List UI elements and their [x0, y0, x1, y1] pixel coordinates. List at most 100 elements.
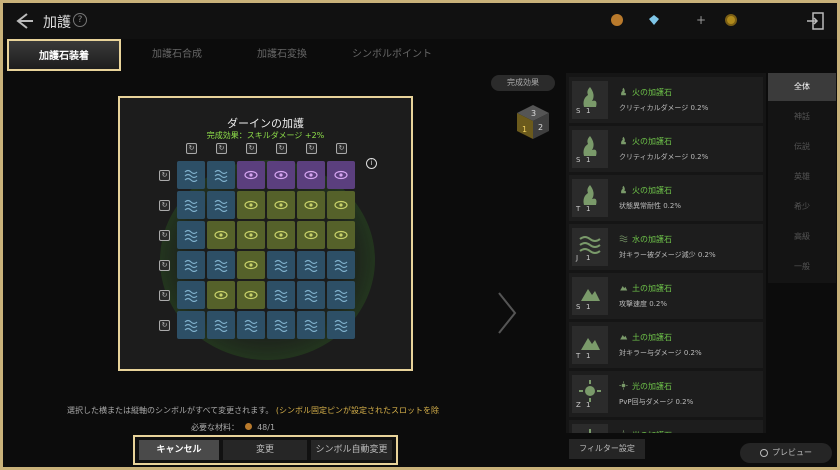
- grid-cell[interactable]: [207, 281, 235, 309]
- cube-face-top: 3: [531, 109, 536, 118]
- grid-cell[interactable]: [327, 251, 355, 279]
- stone-list-item[interactable]: J 1 水の加護石 対キラー被ダメージ減少 0.2%: [569, 224, 763, 270]
- stone-list-item[interactable]: S 1 火の加護石 クリティカルダメージ 0.2%: [569, 126, 763, 172]
- row-rotate-icon[interactable]: ↻: [159, 200, 170, 211]
- tab-synthesis[interactable]: 加護石合成: [127, 39, 227, 71]
- light-icon: [619, 381, 628, 390]
- column-rotate-icon[interactable]: ↻: [246, 143, 257, 154]
- materials-value: 48/1: [257, 423, 276, 432]
- stone-stat: クリティカルダメージ 0.2%: [619, 153, 709, 161]
- rarity-tab[interactable]: 英雄: [768, 163, 836, 191]
- materials-label: 必要な材料：: [191, 423, 239, 432]
- grid-cell[interactable]: [267, 281, 295, 309]
- stone-list-item[interactable]: T 1 火の加護石 状態異常耐性 0.2%: [569, 175, 763, 221]
- row-rotate-icon[interactable]: ↻: [159, 320, 170, 331]
- coin-icon: [611, 14, 623, 26]
- tab-equip[interactable]: 加護石装着: [7, 39, 121, 71]
- complete-effect-button[interactable]: 完成効果: [491, 75, 555, 91]
- symbol-icon: [184, 169, 198, 182]
- grid-cell[interactable]: [177, 221, 205, 249]
- grid-cell[interactable]: [327, 191, 355, 219]
- stone-list-item[interactable]: 光の加護石: [569, 420, 763, 433]
- back-arrow-icon[interactable]: [13, 10, 35, 32]
- blessing-board: ダーインの加護 完成効果：スキルダメージ +2% i ↻ ↻ ↻ ↻ ↻ ↻ ↻ ↻ ↻ ↻ ↻ ↻: [118, 96, 413, 371]
- rarity-tab[interactable]: 高級: [768, 223, 836, 251]
- stone-count: 1: [586, 352, 591, 360]
- grid-cell[interactable]: [327, 281, 355, 309]
- grid-cell[interactable]: [267, 191, 295, 219]
- grid-cell[interactable]: [267, 311, 295, 339]
- stone-list-item[interactable]: S 1 土の加護石 攻撃速度 0.2%: [569, 273, 763, 319]
- stone-thumbnail: [572, 424, 608, 433]
- rarity-tab[interactable]: 神話: [768, 103, 836, 131]
- help-icon[interactable]: ?: [73, 13, 87, 27]
- stone-thumbnail: T1: [572, 179, 608, 217]
- symbol-icon: [244, 290, 258, 300]
- grid-cell[interactable]: [177, 251, 205, 279]
- grid-cell[interactable]: [297, 311, 325, 339]
- grid-cell[interactable]: [177, 161, 205, 189]
- row-rotate-icon[interactable]: ↻: [159, 260, 170, 271]
- info-icon[interactable]: i: [366, 158, 377, 169]
- grid-cell[interactable]: [267, 251, 295, 279]
- symbol-icon: [334, 289, 348, 302]
- grid-cell[interactable]: [207, 161, 235, 189]
- column-rotate-icon[interactable]: ↻: [216, 143, 227, 154]
- grid-cell[interactable]: [177, 191, 205, 219]
- grid-cell[interactable]: [297, 191, 325, 219]
- grid-cell[interactable]: [207, 311, 235, 339]
- grid-cell[interactable]: [207, 221, 235, 249]
- preview-button[interactable]: プレビュー: [740, 443, 832, 463]
- grid-cell[interactable]: [297, 221, 325, 249]
- stone-list-item[interactable]: S 1 火の加護石 クリティカルダメージ 0.2%: [569, 77, 763, 123]
- rarity-tab[interactable]: 伝説: [768, 133, 836, 161]
- grid-cell[interactable]: [327, 221, 355, 249]
- row-rotate-icon[interactable]: ↻: [159, 170, 170, 181]
- grid-cell[interactable]: [327, 311, 355, 339]
- stone-list-item[interactable]: Z 1 光の加護石 PvP回与ダメージ 0.2%: [569, 371, 763, 417]
- change-button[interactable]: 変更: [223, 440, 307, 460]
- grid-cell[interactable]: [297, 281, 325, 309]
- rarity-tab[interactable]: 全体: [768, 73, 836, 101]
- rarity-tab[interactable]: 希少: [768, 193, 836, 221]
- stone-thumbnail: T1: [572, 326, 608, 364]
- grid-cell[interactable]: [207, 191, 235, 219]
- fire-icon: [621, 136, 626, 145]
- symbol-icon: [184, 199, 198, 212]
- auto-change-button[interactable]: シンボル自動変更: [311, 440, 392, 460]
- grid-cell[interactable]: [297, 161, 325, 189]
- row-rotate-icon[interactable]: ↻: [159, 230, 170, 241]
- symbol-icon: [304, 200, 318, 210]
- column-rotate-icon[interactable]: ↻: [186, 143, 197, 154]
- grid-cell[interactable]: [327, 161, 355, 189]
- stone-list-item[interactable]: T 1 土の加護石 対キラー与ダメージ 0.2%: [569, 322, 763, 368]
- exit-icon[interactable]: [805, 11, 825, 31]
- filter-button[interactable]: フィルター設定: [569, 439, 645, 459]
- column-rotate-icon[interactable]: ↻: [306, 143, 317, 154]
- plus-icon[interactable]: +: [695, 14, 707, 26]
- grid-cell[interactable]: [207, 251, 235, 279]
- row-rotate-icon[interactable]: ↻: [159, 290, 170, 301]
- earth-icon: [581, 338, 600, 350]
- grid-cell[interactable]: [237, 281, 265, 309]
- column-rotate-icon[interactable]: ↻: [276, 143, 287, 154]
- grid-cell[interactable]: [237, 221, 265, 249]
- preview-label: プレビュー: [772, 448, 812, 457]
- grid-cell[interactable]: [297, 251, 325, 279]
- grid-cell[interactable]: [177, 311, 205, 339]
- grid-cell[interactable]: [267, 161, 295, 189]
- cancel-button[interactable]: キャンセル: [139, 440, 219, 460]
- symbol-icon: [244, 230, 258, 240]
- chevron-right-icon[interactable]: [496, 291, 518, 335]
- grid-cell[interactable]: [237, 191, 265, 219]
- grid-cell[interactable]: [267, 221, 295, 249]
- tab-convert[interactable]: 加護石変換: [232, 39, 332, 71]
- tab-symbol-points[interactable]: シンボルポイント: [337, 39, 447, 71]
- grid-cell[interactable]: [237, 161, 265, 189]
- dice-cube-icon[interactable]: 3 1 2: [513, 103, 553, 141]
- column-rotate-icon[interactable]: ↻: [336, 143, 347, 154]
- grid-cell[interactable]: [237, 251, 265, 279]
- grid-cell[interactable]: [177, 281, 205, 309]
- grid-cell[interactable]: [237, 311, 265, 339]
- rarity-tab[interactable]: 一般: [768, 253, 836, 281]
